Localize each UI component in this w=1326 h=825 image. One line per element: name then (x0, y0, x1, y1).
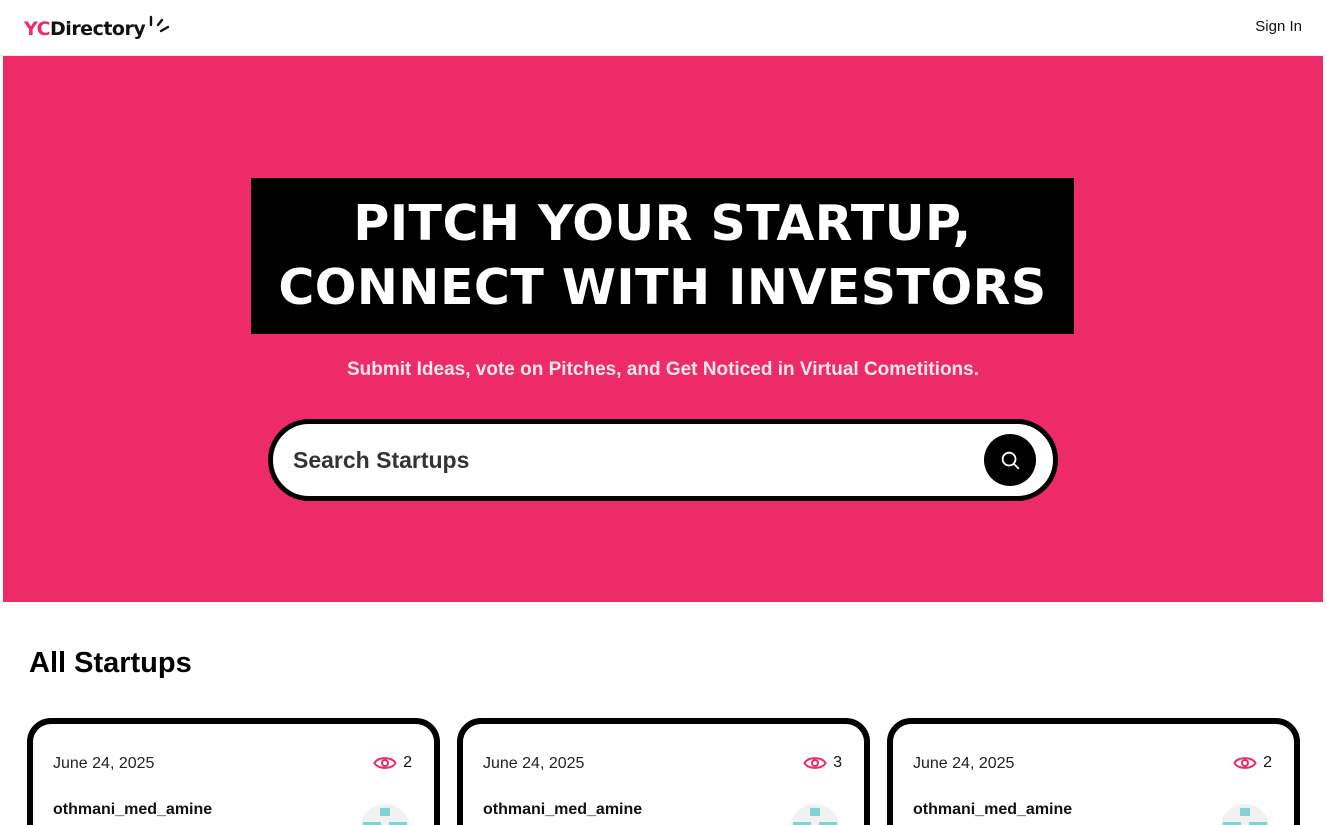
eye-icon (1233, 757, 1257, 769)
search-form (268, 419, 1058, 501)
search-icon (1001, 451, 1020, 470)
avatar[interactable] (1220, 804, 1270, 825)
hero-headline: PITCH YOUR STARTUP, CONNECT WITH INVESTO… (251, 178, 1074, 334)
hero-subtitle: Submit Ideas, vote on Pitches, and Get N… (346, 359, 980, 380)
startup-card[interactable]: June 24, 2025 2 othmani_med_amine (887, 718, 1300, 825)
identicon-icon (1223, 808, 1267, 825)
sparkle-icon (150, 15, 170, 33)
hero-section: PITCH YOUR STARTUP, CONNECT WITH INVESTO… (3, 56, 1323, 602)
card-views: 3 (803, 754, 842, 772)
navbar: YC Directory Sign In (0, 0, 1326, 56)
card-date: June 24, 2025 (53, 755, 155, 772)
headline-line-2: CONNECT WITH INVESTORS (278, 259, 1047, 316)
card-author[interactable]: othmani_med_amine (53, 801, 212, 819)
search-input[interactable] (293, 424, 973, 496)
card-views: 2 (373, 754, 412, 772)
section-title: All Startups (29, 647, 192, 679)
card-date: June 24, 2025 (483, 755, 585, 772)
avatar[interactable] (360, 804, 410, 825)
startup-card[interactable]: June 24, 2025 2 othmani_med_amine (27, 718, 440, 825)
sign-in-link[interactable]: Sign In (1255, 18, 1302, 35)
avatar[interactable] (790, 804, 840, 825)
logo-accent-text: YC (24, 18, 51, 40)
logo-text: Directory (50, 18, 146, 40)
identicon-icon (363, 808, 407, 825)
card-author[interactable]: othmani_med_amine (483, 801, 642, 819)
views-count: 3 (833, 754, 842, 771)
card-author[interactable]: othmani_med_amine (913, 801, 1072, 819)
eye-icon (803, 757, 827, 769)
views-count: 2 (1263, 754, 1272, 771)
card-views: 2 (1233, 754, 1272, 772)
identicon-icon (793, 808, 837, 825)
search-button[interactable] (984, 434, 1036, 486)
card-date: June 24, 2025 (913, 755, 1015, 772)
headline-line-1: PITCH YOUR STARTUP, (353, 195, 972, 252)
eye-icon (373, 757, 397, 769)
logo[interactable]: YC Directory (24, 14, 172, 44)
views-count: 2 (403, 754, 412, 771)
startup-card[interactable]: June 24, 2025 3 othmani_med_amine (457, 718, 870, 825)
